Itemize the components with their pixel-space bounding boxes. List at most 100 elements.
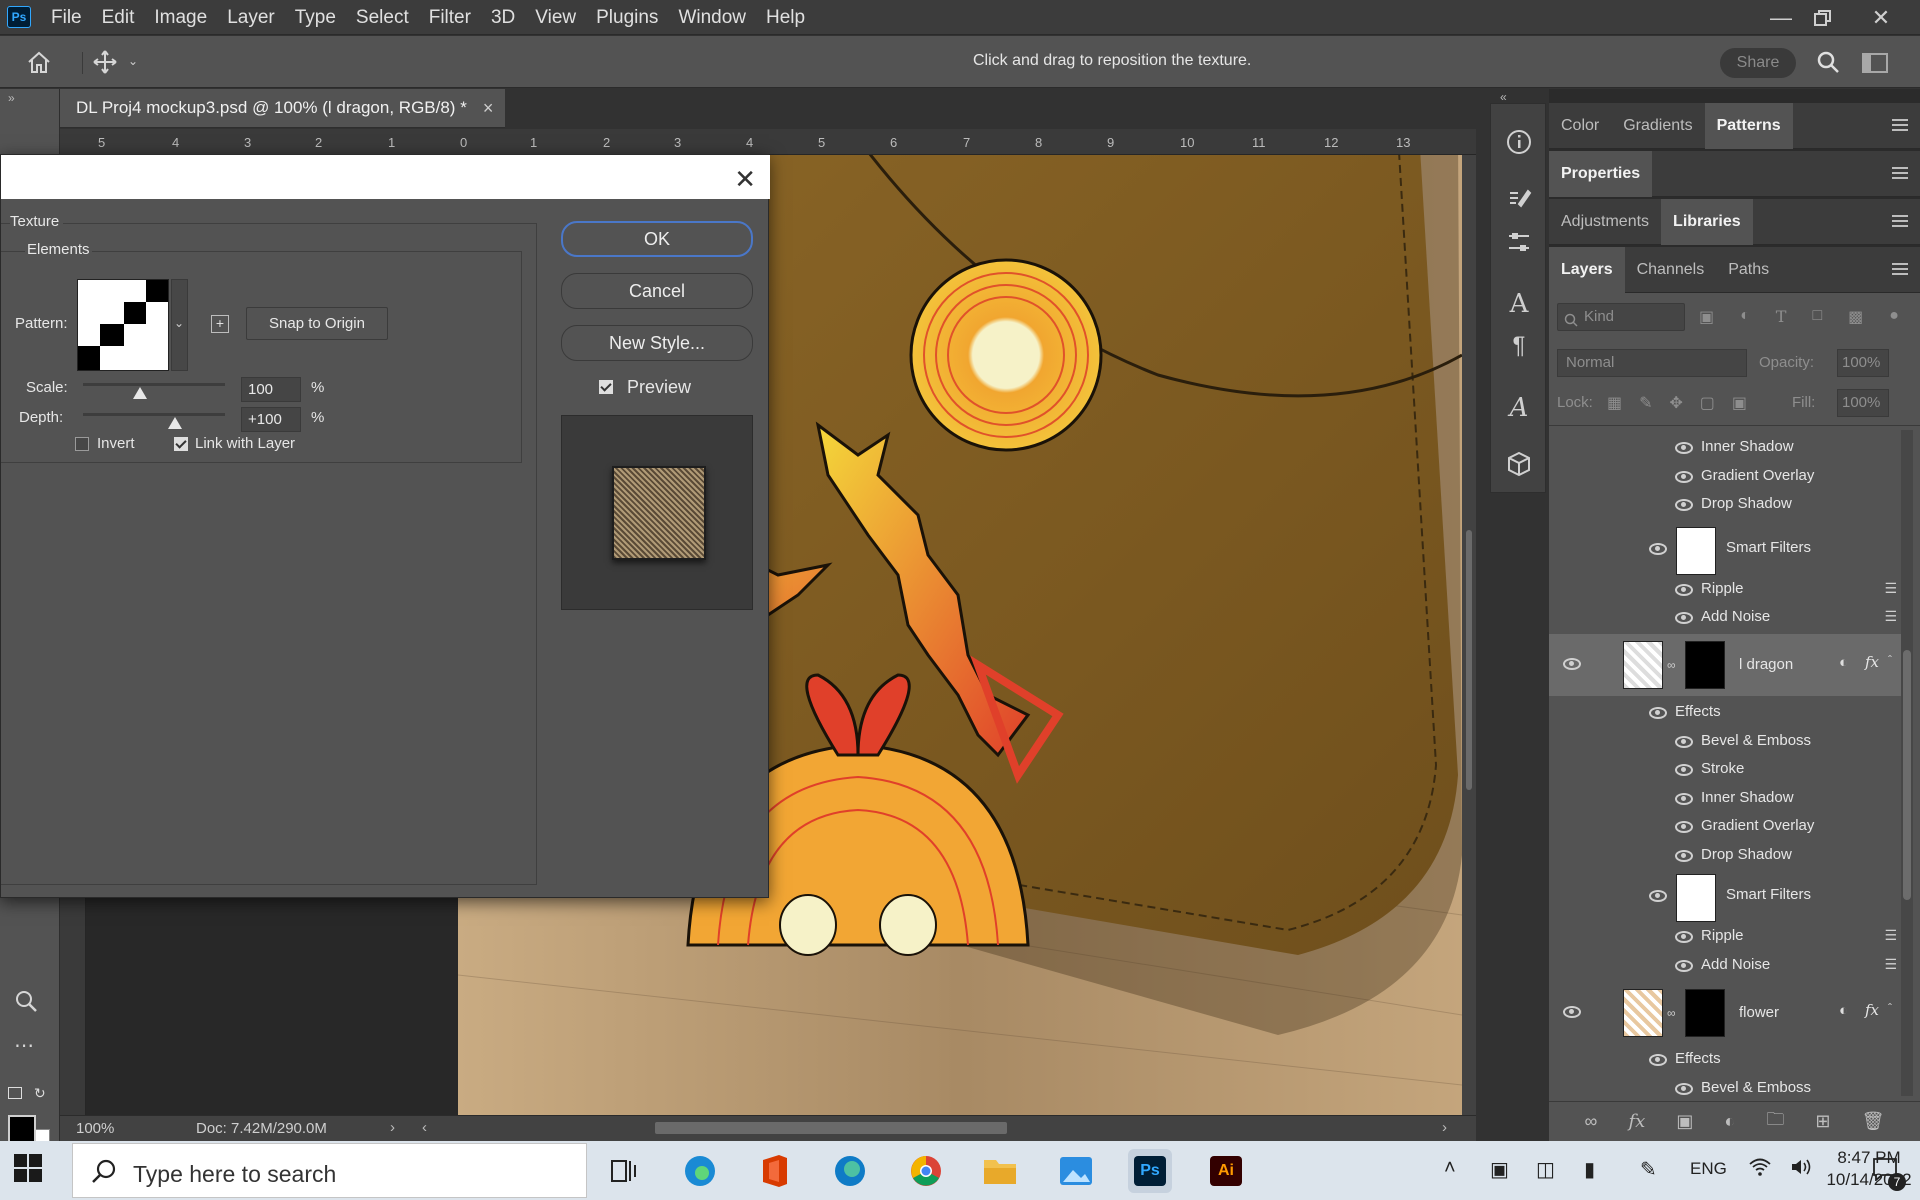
search-icon[interactable] bbox=[1816, 50, 1840, 78]
dialog-titlebar[interactable]: ✕ bbox=[1, 155, 770, 199]
eye-icon[interactable] bbox=[1675, 736, 1693, 748]
menu-window[interactable]: Window bbox=[668, 0, 756, 35]
move-tool-icon[interactable] bbox=[92, 49, 118, 79]
effect-row[interactable]: Bevel & Emboss bbox=[1549, 730, 1907, 754]
effects-row[interactable]: Effects bbox=[1549, 1048, 1907, 1072]
scale-slider-thumb[interactable] bbox=[132, 387, 147, 399]
filter-options-icon[interactable]: ☰ bbox=[1884, 580, 1897, 597]
effect-row[interactable]: Drop Shadow bbox=[1549, 493, 1907, 517]
effect-row[interactable]: Drop Shadow bbox=[1549, 844, 1907, 868]
wifi-icon[interactable] bbox=[1748, 1157, 1772, 1183]
filter-row[interactable]: Add Noise ☰ bbox=[1549, 606, 1907, 630]
default-colors-icon[interactable] bbox=[8, 1087, 22, 1099]
lock-transparency-icon[interactable]: ▦ bbox=[1607, 393, 1622, 413]
edge-dev-icon[interactable] bbox=[678, 1149, 722, 1193]
layer-row[interactable]: ∞ flower ◐ fx ˆ bbox=[1549, 982, 1907, 1044]
effect-row[interactable]: Bevel & Emboss bbox=[1549, 1077, 1907, 1101]
menu-layer[interactable]: Layer bbox=[217, 0, 285, 35]
eye-icon[interactable] bbox=[1675, 1083, 1693, 1095]
panel-menu-icon[interactable] bbox=[1892, 215, 1908, 227]
opacity-input[interactable]: 100% bbox=[1837, 349, 1889, 377]
new-style-button[interactable]: New Style... bbox=[561, 325, 753, 361]
more-tools-icon[interactable]: ⋯ bbox=[14, 1033, 34, 1058]
menu-3d[interactable]: 3D bbox=[481, 0, 525, 35]
link-with-layer-checkbox[interactable] bbox=[174, 437, 188, 451]
filter-options-icon[interactable]: ☰ bbox=[1884, 927, 1897, 944]
lock-position-icon[interactable]: ✥ bbox=[1669, 393, 1682, 413]
menu-type[interactable]: Type bbox=[285, 0, 346, 35]
eye-icon[interactable] bbox=[1649, 890, 1667, 902]
panel-menu-icon[interactable] bbox=[1892, 167, 1908, 179]
tab-channels[interactable]: Channels bbox=[1625, 247, 1717, 293]
eye-icon[interactable] bbox=[1675, 793, 1693, 805]
effect-row[interactable]: Inner Shadow bbox=[1549, 787, 1907, 811]
eye-icon[interactable] bbox=[1675, 612, 1693, 624]
zoom-tool-icon[interactable] bbox=[14, 989, 38, 1017]
link-layers-icon[interactable]: ∞ bbox=[1585, 1111, 1598, 1132]
fill-input[interactable]: 100% bbox=[1837, 389, 1889, 417]
preview-checkbox[interactable] bbox=[599, 380, 613, 394]
type-filter-icon[interactable]: T bbox=[1776, 307, 1787, 329]
chevron-down-icon[interactable]: ⌄ bbox=[128, 54, 138, 68]
fx-icon[interactable]: fx bbox=[1865, 653, 1879, 671]
illustrator-taskbar-icon[interactable]: Ai bbox=[1204, 1149, 1248, 1193]
edge-icon[interactable] bbox=[828, 1149, 872, 1193]
tab-color[interactable]: Color bbox=[1549, 103, 1611, 149]
pattern-picker[interactable] bbox=[77, 279, 169, 371]
panel-menu-icon[interactable] bbox=[1892, 263, 1908, 275]
pattern-dropdown-button[interactable]: ⌄ bbox=[171, 279, 188, 371]
canvas-vertical-scroll-thumb[interactable] bbox=[1466, 530, 1472, 790]
smart-filters-row[interactable]: Smart Filters bbox=[1549, 872, 1907, 922]
brush-icon[interactable] bbox=[1505, 186, 1533, 214]
depth-slider-track[interactable] bbox=[83, 413, 225, 416]
delete-layer-icon[interactable]: 🗑 bbox=[1862, 1111, 1885, 1132]
chevron-left-icon[interactable]: ‹ bbox=[422, 1119, 427, 1136]
menu-edit[interactable]: Edit bbox=[92, 0, 145, 35]
paragraph-icon[interactable]: ¶ bbox=[1505, 332, 1533, 360]
scale-input[interactable]: 100 bbox=[241, 377, 301, 402]
close-window-icon[interactable]: ✕ bbox=[1858, 0, 1904, 35]
eye-icon[interactable] bbox=[1675, 821, 1693, 833]
scale-slider-track[interactable] bbox=[83, 383, 225, 386]
foreground-color-swatch[interactable] bbox=[8, 1115, 36, 1143]
minimize-icon[interactable]: — bbox=[1758, 0, 1804, 35]
zoom-level[interactable]: 100% bbox=[76, 1120, 114, 1137]
adjustment-filter-icon[interactable]: ◐ bbox=[1740, 307, 1750, 329]
swap-colors-icon[interactable]: ↻ bbox=[34, 1085, 46, 1102]
eye-icon[interactable] bbox=[1675, 584, 1693, 596]
chevron-right-icon[interactable]: › bbox=[390, 1119, 395, 1136]
tab-adjustments[interactable]: Adjustments bbox=[1549, 199, 1661, 245]
collapse-panels-icon[interactable]: « bbox=[1500, 90, 1507, 104]
brush-settings-icon[interactable] bbox=[1505, 228, 1533, 256]
new-layer-icon[interactable]: ⊞ bbox=[1815, 1111, 1830, 1132]
filter-row[interactable]: Ripple ☰ bbox=[1549, 578, 1907, 602]
layer-filter-kind[interactable]: Kind bbox=[1557, 303, 1685, 331]
layers-scroll-thumb[interactable] bbox=[1903, 650, 1911, 900]
menu-image[interactable]: Image bbox=[144, 0, 217, 35]
depth-input[interactable]: +100 bbox=[241, 407, 301, 432]
fx-icon[interactable]: fx bbox=[1865, 1001, 1879, 1019]
meet-now-icon[interactable]: ▣ bbox=[1490, 1157, 1509, 1182]
eye-icon[interactable] bbox=[1675, 499, 1693, 511]
menu-plugins[interactable]: Plugins bbox=[586, 0, 668, 35]
photoshop-taskbar-icon[interactable]: Ps bbox=[1128, 1149, 1172, 1193]
menu-help[interactable]: Help bbox=[756, 0, 815, 35]
adjustment-layer-icon[interactable]: ◐ bbox=[1724, 1111, 1735, 1132]
cancel-button[interactable]: Cancel bbox=[561, 273, 753, 309]
menu-file[interactable]: File bbox=[41, 0, 92, 35]
workspace-icon[interactable] bbox=[1862, 53, 1888, 77]
menu-select[interactable]: Select bbox=[346, 0, 419, 35]
eye-icon[interactable] bbox=[1675, 764, 1693, 776]
eye-icon[interactable] bbox=[1649, 543, 1667, 555]
link-icon[interactable]: ∞ bbox=[1667, 1006, 1676, 1020]
effect-row[interactable]: Stroke bbox=[1549, 758, 1907, 782]
home-icon[interactable] bbox=[26, 50, 52, 78]
tab-patterns[interactable]: Patterns bbox=[1704, 102, 1793, 149]
close-icon[interactable]: × bbox=[483, 98, 494, 119]
filter-options-icon[interactable]: ☰ bbox=[1884, 608, 1897, 625]
filter-row[interactable]: Add Noise ☰ bbox=[1549, 954, 1907, 978]
eye-icon[interactable] bbox=[1675, 850, 1693, 862]
chevron-right-icon[interactable]: › bbox=[1442, 1119, 1447, 1136]
chevron-up-icon[interactable]: ˆ bbox=[1888, 653, 1892, 667]
lock-pixels-icon[interactable]: ✎ bbox=[1639, 393, 1652, 413]
